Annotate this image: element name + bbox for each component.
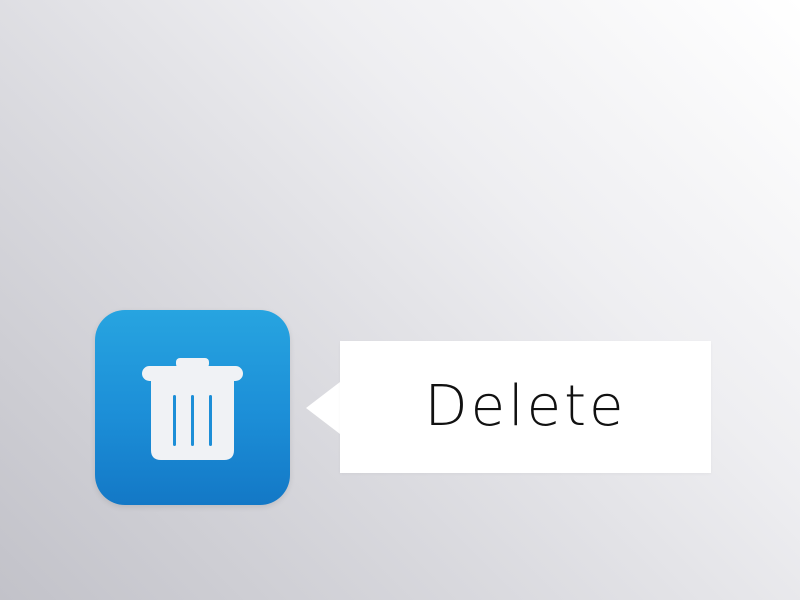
delete-button[interactable] <box>95 310 290 505</box>
tooltip-label: Delete <box>424 374 627 439</box>
delete-tooltip: Delete <box>340 341 711 473</box>
tooltip-pointer <box>306 382 340 434</box>
trash-icon <box>142 358 243 460</box>
